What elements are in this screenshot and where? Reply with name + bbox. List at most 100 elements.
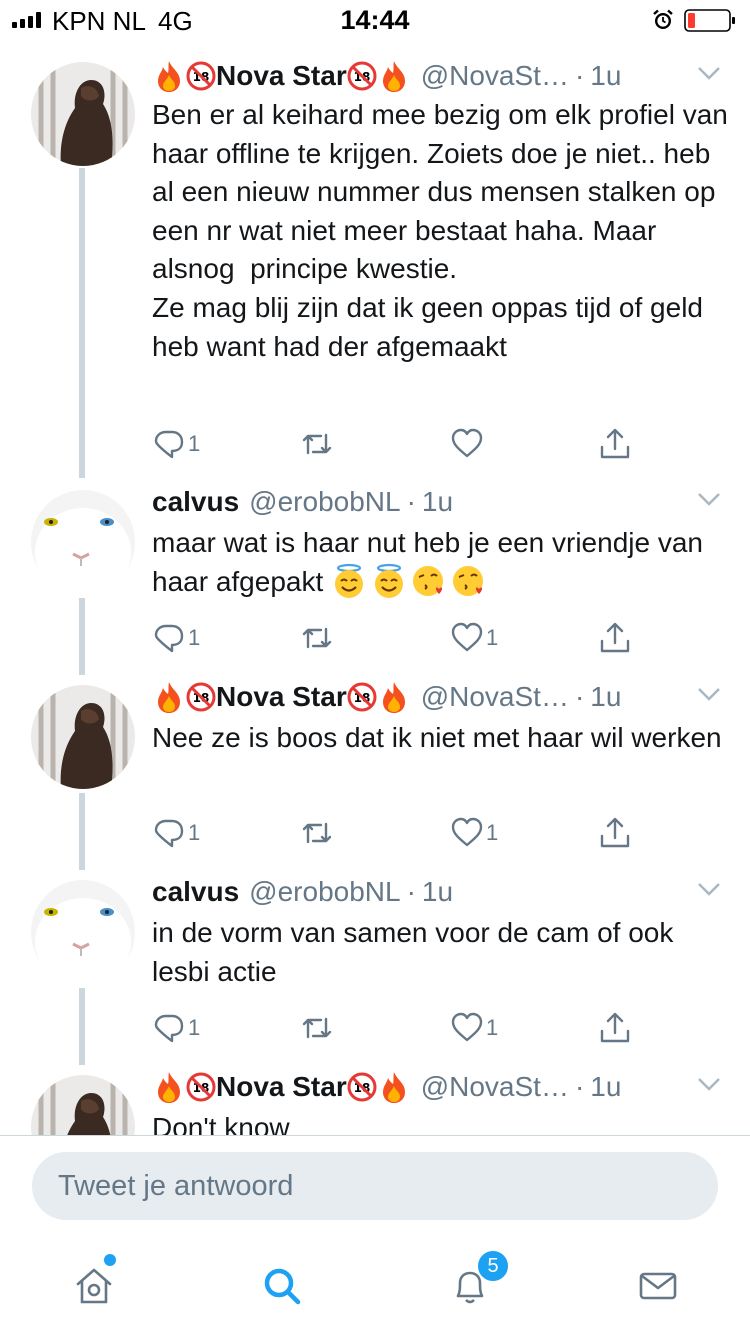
tweet-header: 18 Nova Star 18 @NovaSt… · 1u xyxy=(152,677,730,717)
tweet-time: 1u xyxy=(421,486,454,517)
display-name[interactable]: calvus xyxy=(152,876,239,908)
tweet-text: Nee ze is boos dat ik niet met haar wil … xyxy=(152,722,722,753)
heart-icon xyxy=(451,428,483,458)
like-button[interactable]: 1 xyxy=(450,813,498,853)
nova-avatar-image xyxy=(31,1075,135,1135)
avatar[interactable] xyxy=(31,1075,135,1135)
display-name[interactable]: 18 Nova Star 18 xyxy=(152,680,411,714)
tab-messages[interactable] xyxy=(628,1256,688,1316)
tweet-actions: 1 xyxy=(152,424,652,464)
tweet[interactable]: calvus @erobobNL · 1u maar wat is haar n… xyxy=(0,480,750,675)
retweet-button[interactable] xyxy=(300,424,334,464)
face-blowing-kiss-icon xyxy=(413,565,444,596)
share-icon xyxy=(600,817,630,848)
retweet-button[interactable] xyxy=(300,618,334,658)
face-blowing-kiss-icon xyxy=(453,565,484,596)
share-icon xyxy=(600,428,630,459)
share-button[interactable] xyxy=(598,618,632,658)
reply-icon xyxy=(154,1014,184,1043)
share-button[interactable] xyxy=(598,813,632,853)
smiling-face-with-halo-icon xyxy=(335,563,364,598)
tweet-time: 1u xyxy=(590,681,622,712)
tweet[interactable]: 18 Nova Star 18 @NovaSt… · 1u Nee ze is … xyxy=(0,675,750,870)
avatar[interactable] xyxy=(31,880,135,984)
share-icon xyxy=(600,1012,630,1043)
chevron-down-icon[interactable] xyxy=(696,685,722,703)
fire-emoji-icon xyxy=(382,682,405,713)
tweet-text: in de vorm van samen voor de cam of ook … xyxy=(152,917,682,987)
heart-icon xyxy=(451,1012,483,1042)
display-name[interactable]: 18 Nova Star 18 xyxy=(152,1070,411,1104)
no-one-under-18-icon: 18 xyxy=(186,1072,216,1102)
like-button[interactable]: 1 xyxy=(450,1008,498,1048)
calvus-avatar-image xyxy=(31,880,135,984)
share-button[interactable] xyxy=(598,424,632,464)
retweet-icon xyxy=(302,433,332,455)
user-handle[interactable]: @NovaSt… xyxy=(421,681,569,713)
tweet-header: calvus @erobobNL · 1u xyxy=(152,482,730,522)
reply-button[interactable]: 1 xyxy=(152,618,200,658)
tweet-text: maar wat is haar nut heb je een vriendje… xyxy=(152,524,732,601)
tab-bar xyxy=(0,1236,750,1334)
avatar[interactable] xyxy=(31,490,135,594)
retweet-button[interactable] xyxy=(300,1008,334,1048)
user-handle[interactable]: @NovaSt… xyxy=(421,1071,569,1103)
reply-button[interactable]: 1 xyxy=(152,424,200,464)
fire-emoji-icon xyxy=(158,1072,180,1103)
tweet[interactable]: 18 Nova Star 18 @NovaSt… · 1u Ben er al … xyxy=(0,40,750,480)
thread-line xyxy=(79,988,85,1065)
chevron-down-icon[interactable] xyxy=(696,1075,722,1093)
tweet[interactable]: 18 Nova Star 18 @NovaSt… · 1u Don't know xyxy=(0,1065,750,1135)
smiling-face-with-halo-icon xyxy=(375,563,404,598)
tweet-time: 1u xyxy=(421,876,454,907)
avatar[interactable] xyxy=(31,685,135,789)
reply-composer[interactable] xyxy=(32,1152,718,1220)
reply-button[interactable]: 1 xyxy=(152,1008,200,1048)
tab-search[interactable] xyxy=(252,1256,312,1316)
tab-home[interactable] xyxy=(64,1256,124,1316)
tweet-time: 1u xyxy=(590,60,622,91)
tweet-time: 1u xyxy=(590,1071,622,1102)
heart-icon xyxy=(451,622,483,652)
no-one-under-18-icon: 18 xyxy=(347,1072,377,1102)
tweet[interactable]: calvus @erobobNL · 1u in de vorm van sam… xyxy=(0,870,750,1065)
conversation-feed[interactable]: 18 Nova Star 18 @NovaSt… · 1u Ben er al … xyxy=(0,40,750,1135)
tweet-header: calvus @erobobNL · 1u xyxy=(152,872,730,912)
display-name-text: Nova Star xyxy=(216,681,347,712)
no-one-under-18-icon: 18 xyxy=(347,61,377,91)
user-handle[interactable]: @erobobNL xyxy=(249,486,400,518)
home-new-content-dot xyxy=(104,1254,116,1266)
display-name[interactable]: calvus xyxy=(152,486,239,518)
mail-icon xyxy=(639,1272,677,1300)
tweet-text: Don't know xyxy=(152,1112,290,1135)
composer-divider xyxy=(0,1135,750,1136)
share-button[interactable] xyxy=(598,1008,632,1048)
tweet-actions: 1 1 xyxy=(152,618,652,658)
like-button[interactable] xyxy=(450,424,486,464)
avatar[interactable] xyxy=(31,62,135,166)
display-name[interactable]: 18 Nova Star 18 xyxy=(152,59,411,93)
nova-avatar-image xyxy=(31,62,135,166)
nova-avatar-image xyxy=(31,685,135,789)
heart-icon xyxy=(451,817,483,847)
notifications-badge: 5 xyxy=(476,1249,510,1283)
user-handle[interactable]: @erobobNL xyxy=(249,876,400,908)
tweet-header: 18 Nova Star 18 @NovaSt… · 1u xyxy=(152,1067,730,1107)
chevron-down-icon[interactable] xyxy=(696,490,722,508)
chevron-down-icon[interactable] xyxy=(696,64,722,82)
reply-icon xyxy=(154,430,184,459)
thread-line xyxy=(79,793,85,870)
retweet-icon xyxy=(302,822,332,844)
no-one-under-18-icon: 18 xyxy=(186,682,216,712)
like-button[interactable]: 1 xyxy=(450,618,498,658)
no-one-under-18-icon: 18 xyxy=(347,682,377,712)
chevron-down-icon[interactable] xyxy=(696,880,722,898)
reply-icon xyxy=(154,624,184,653)
user-handle[interactable]: @NovaSt… xyxy=(421,60,569,92)
like-count: 1 xyxy=(486,820,499,845)
retweet-button[interactable] xyxy=(300,813,334,853)
like-count: 1 xyxy=(486,1015,499,1040)
reply-button[interactable]: 1 xyxy=(152,813,200,853)
fire-emoji-icon xyxy=(158,682,180,713)
reply-input[interactable] xyxy=(32,1152,718,1220)
